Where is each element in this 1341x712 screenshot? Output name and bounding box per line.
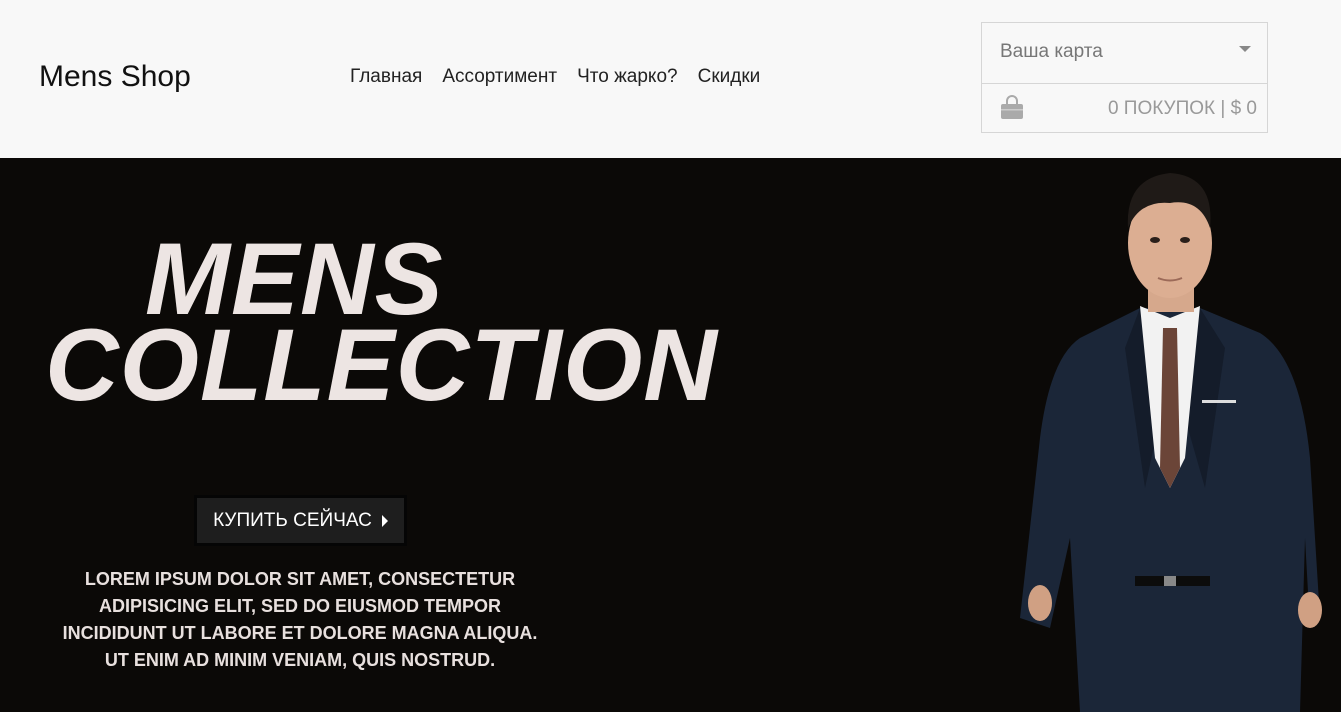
site-header: Mens Shop Главная Ассортимент Что жарко?… bbox=[0, 0, 1341, 158]
nav-item-catalog[interactable]: Ассортимент bbox=[442, 66, 557, 88]
site-logo[interactable]: Mens Shop bbox=[39, 60, 191, 94]
arrow-right-icon bbox=[381, 514, 388, 527]
buy-now-button[interactable]: КУПИТЬ СЕЙЧАС bbox=[194, 495, 407, 546]
cart-select-label: Ваша карта bbox=[1000, 41, 1103, 62]
cart-select[interactable]: Ваша карта bbox=[982, 23, 1267, 84]
cart-widget: Ваша карта 0 ПОКУПОК | $ 0 bbox=[981, 22, 1268, 133]
nav-item-hot[interactable]: Что жарко? bbox=[577, 66, 678, 88]
hero-description: LOREM IPSUM DOLOR SIT AMET, CONSECTETUR … bbox=[62, 569, 538, 670]
buy-now-label: КУПИТЬ СЕЙЧАС bbox=[213, 509, 372, 531]
cart-summary[interactable]: 0 ПОКУПОК | $ 0 bbox=[982, 84, 1267, 133]
main-nav: Главная Ассортимент Что жарко? Скидки bbox=[350, 66, 760, 88]
model-photo bbox=[1020, 173, 1322, 712]
nav-item-sales[interactable]: Скидки bbox=[698, 66, 761, 88]
hero-banner: MENS COLLECTION КУПИТЬ СЕЙЧАС LOREM IPSU… bbox=[0, 158, 1341, 712]
shopping-bag-icon bbox=[1001, 95, 1023, 119]
chevron-down-icon bbox=[1239, 46, 1251, 52]
hero-title-line2: COLLECTION bbox=[45, 308, 718, 422]
nav-item-home[interactable]: Главная bbox=[350, 66, 422, 88]
cart-total: 0 ПОКУПОК | $ 0 bbox=[1107, 98, 1257, 119]
